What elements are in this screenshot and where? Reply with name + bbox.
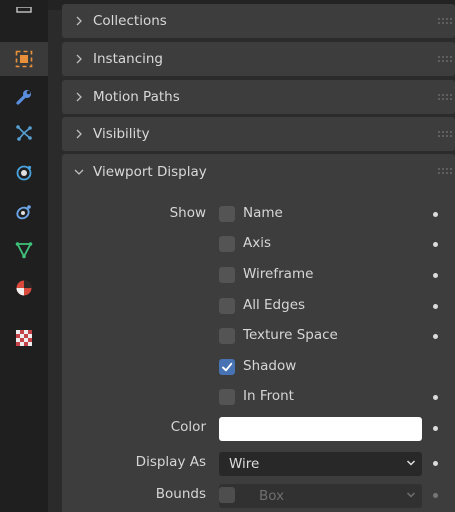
panel-title: Collections <box>93 13 167 29</box>
tab-texture[interactable] <box>0 321 48 355</box>
keyframe-dot-icon[interactable] <box>433 493 438 498</box>
option-row-in-front: In Front <box>62 384 455 410</box>
display-as-value: Wire <box>229 456 260 472</box>
checkbox-label[interactable]: All Edges <box>243 297 305 313</box>
panel-motion-paths[interactable]: Motion Paths <box>62 80 455 114</box>
drag-grip-icon[interactable] <box>437 17 453 25</box>
panel-title: Visibility <box>93 126 150 142</box>
material-icon <box>16 280 32 296</box>
tab-modifiers[interactable] <box>0 80 48 114</box>
wireframe-checkbox[interactable] <box>219 267 235 283</box>
wrench-icon <box>16 90 31 105</box>
bounds-value: Box <box>259 488 285 504</box>
option-row-wireframe: Wireframe <box>62 262 455 288</box>
panel-viewport-display: Viewport Display Show Name Axis Wirefram… <box>62 154 455 512</box>
panel-header[interactable]: Collections <box>62 4 455 38</box>
properties-tab-bar <box>0 0 48 512</box>
panel-header[interactable]: Instancing <box>62 42 455 76</box>
tab-material[interactable] <box>0 271 48 305</box>
checkbox-label[interactable]: Axis <box>243 235 271 251</box>
chevron-right-icon <box>72 129 86 139</box>
chevron-right-icon <box>72 92 86 102</box>
keyframe-dot-icon[interactable] <box>433 273 438 278</box>
object-icon <box>15 50 33 68</box>
drag-grip-icon[interactable] <box>437 93 453 101</box>
chevron-down-icon <box>72 168 86 176</box>
checkbox-label[interactable]: Shadow <box>243 358 296 374</box>
checkbox-label[interactable]: Wireframe <box>243 266 313 282</box>
option-row-all-edges: All Edges <box>62 293 455 319</box>
panel-title: Viewport Display <box>93 164 207 180</box>
tab-particles[interactable] <box>0 116 48 150</box>
color-swatch[interactable] <box>219 417 422 441</box>
checkmark-icon <box>222 362 233 372</box>
option-row-axis: Axis <box>62 231 455 257</box>
texture-icon <box>16 330 32 346</box>
tab-tool-partial[interactable] <box>0 4 48 16</box>
keyframe-dot-icon[interactable] <box>433 395 438 400</box>
tab-object[interactable] <box>0 42 48 76</box>
chevron-down-icon <box>406 492 416 498</box>
display-as-dropdown[interactable]: Wire <box>219 452 422 476</box>
keyframe-dot-icon[interactable] <box>433 212 438 217</box>
panel-header[interactable]: Motion Paths <box>62 80 455 114</box>
display-as-row: Display As Wire <box>62 450 455 476</box>
chevron-right-icon <box>72 16 86 26</box>
in-front-checkbox[interactable] <box>219 389 235 405</box>
bounds-label: Bounds <box>155 486 206 502</box>
panel-visibility[interactable]: Visibility <box>62 117 455 151</box>
show-label: Show <box>169 205 206 221</box>
panel-title: Motion Paths <box>93 89 180 105</box>
option-row-shadow: Shadow <box>62 354 455 380</box>
checkbox-label[interactable]: Name <box>243 205 283 221</box>
keyframe-dot-icon[interactable] <box>433 304 438 309</box>
bounds-type-dropdown[interactable]: Box <box>219 484 422 508</box>
drag-grip-icon[interactable] <box>437 167 453 175</box>
axis-checkbox[interactable] <box>219 236 235 252</box>
physics-icon <box>16 165 32 181</box>
keyframe-dot-icon[interactable] <box>433 334 438 339</box>
panel-instancing[interactable]: Instancing <box>62 42 455 76</box>
drag-grip-icon[interactable] <box>437 55 453 63</box>
keyframe-dot-icon[interactable] <box>433 242 438 247</box>
chevron-right-icon <box>72 54 86 64</box>
properties-editor: Collections Instancing Motion Paths Visi… <box>0 0 455 512</box>
color-row: Color <box>62 415 455 441</box>
tab-constraints[interactable] <box>0 195 48 229</box>
name-checkbox[interactable] <box>219 206 235 222</box>
panel-header[interactable]: Visibility <box>62 117 455 151</box>
all-edges-checkbox[interactable] <box>219 298 235 314</box>
keyframe-dot-icon[interactable] <box>433 426 438 431</box>
color-label: Color <box>170 419 206 435</box>
keyframe-dot-icon[interactable] <box>433 461 438 466</box>
chevron-down-icon <box>406 460 416 466</box>
bounds-row: Bounds Box <box>62 482 455 508</box>
display-as-label: Display As <box>135 454 206 470</box>
object-data-icon <box>15 242 33 259</box>
drag-grip-icon[interactable] <box>437 130 453 138</box>
panel-header[interactable]: Viewport Display <box>62 154 455 190</box>
option-row-texture-space: Texture Space <box>62 323 455 349</box>
bounds-checkbox[interactable] <box>219 487 235 503</box>
particles-icon <box>16 125 32 141</box>
checkbox-label[interactable]: In Front <box>243 388 294 404</box>
texture-space-checkbox[interactable] <box>219 328 235 344</box>
tool-icon <box>16 7 32 13</box>
shadow-checkbox[interactable] <box>219 359 235 375</box>
option-row-name: Show Name <box>62 201 455 227</box>
panel-collections[interactable]: Collections <box>62 4 455 38</box>
constraints-icon <box>16 205 31 220</box>
tab-object-data[interactable] <box>0 233 48 267</box>
tab-physics[interactable] <box>0 156 48 190</box>
checkbox-label[interactable]: Texture Space <box>243 327 338 343</box>
panel-title: Instancing <box>93 51 163 67</box>
